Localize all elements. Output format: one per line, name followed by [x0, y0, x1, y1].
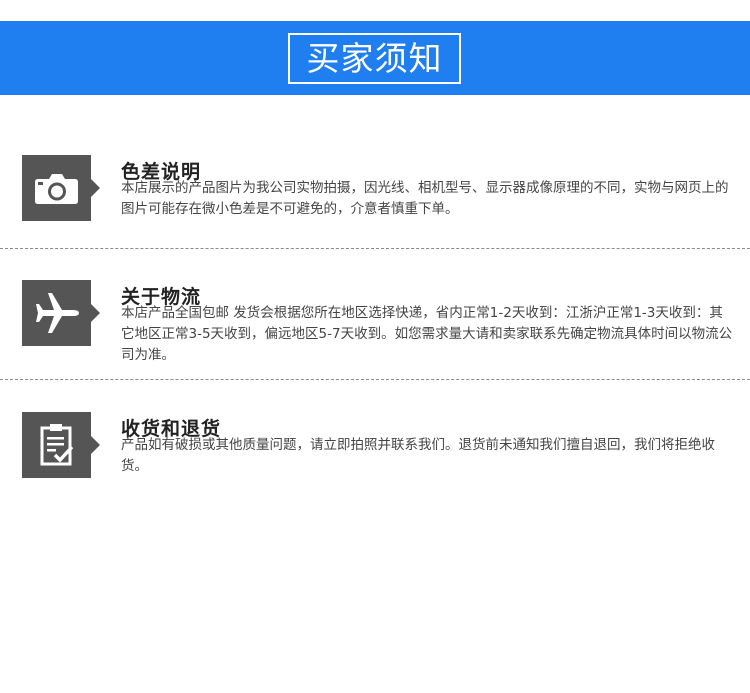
section-description: 本店展示的产品图片为我公司实物拍摄，因光线、相机型号、显示器成像原理的不同，实物…	[121, 180, 729, 217]
camera-icon	[22, 155, 100, 221]
airplane-icon	[22, 280, 100, 346]
section-description: 本店产品全国包邮 发货会根据您所在地区选择快递，省内正常1-2天收到：江浙沪正常…	[121, 305, 733, 363]
dashed-divider	[0, 248, 750, 249]
header-banner: 买家须知	[0, 21, 750, 95]
dashed-divider	[0, 379, 750, 380]
section-description: 产品如有破损或其他质量问题，请立即拍照并联系我们。退货前未通知我们擅自退回，我们…	[121, 437, 715, 474]
clipboard-check-icon	[22, 412, 100, 478]
banner-title: 买家须知	[288, 33, 461, 84]
